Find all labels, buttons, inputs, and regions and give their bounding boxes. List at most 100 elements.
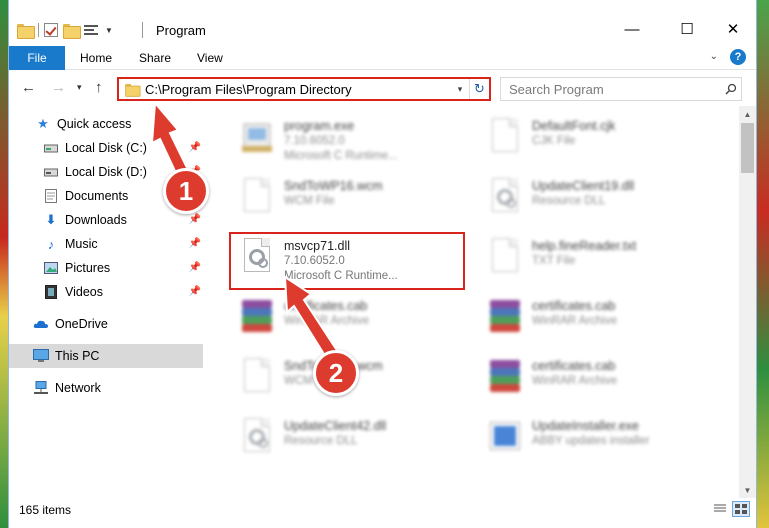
sidebar-item-this-pc[interactable]: This PC xyxy=(9,344,203,368)
file-name: program.exe xyxy=(284,119,355,133)
sidebar-item-label: Music xyxy=(65,237,98,251)
file-item[interactable]: DefaultFont.cjk CJK File xyxy=(474,110,714,166)
pin-icon[interactable]: 📌 xyxy=(189,214,201,225)
address-bar[interactable]: C:\Program Files\Program Directory ▾ ↻ xyxy=(117,77,491,101)
file-type: WCM File xyxy=(284,375,335,387)
pin-icon[interactable]: 📌 xyxy=(189,238,201,249)
file-item[interactable]: UpdateClient42.dll Resource DLL xyxy=(226,410,466,466)
pin-icon[interactable]: 📌 xyxy=(189,262,201,273)
tab-share[interactable]: Share xyxy=(139,46,171,70)
pin-icon[interactable]: 📌 xyxy=(189,142,201,153)
new-folder-icon[interactable] xyxy=(63,23,81,39)
file-type: WinRAR Archive xyxy=(284,315,369,327)
sidebar-item-videos[interactable]: Videos 📌 xyxy=(9,280,203,304)
file-name: SndToWP16.wcm xyxy=(284,179,383,193)
recent-locations-chevron-icon[interactable]: ▾ xyxy=(77,82,82,93)
file-item[interactable]: SndToWP16.wcm WCM File xyxy=(226,350,466,406)
properties-check-icon[interactable] xyxy=(44,23,58,37)
winrar-icon xyxy=(240,298,274,338)
sidebar-item-local-disk-d[interactable]: Local Disk (D:) 📌 xyxy=(9,160,203,184)
details-view-icon[interactable] xyxy=(711,501,729,517)
sidebar-item-local-disk-c[interactable]: Local Disk (C:) 📌 xyxy=(9,136,203,160)
close-icon: ✕ xyxy=(726,21,740,38)
sidebar-item-music[interactable]: ♪ Music 📌 xyxy=(9,232,203,256)
file-item[interactable]: UpdateInstaller.exe ABBY updates install… xyxy=(474,410,714,466)
star-icon: ★ xyxy=(37,116,49,131)
address-path[interactable]: C:\Program Files\Program Directory xyxy=(145,82,451,97)
large-icons-view-icon[interactable] xyxy=(732,501,750,517)
address-dropdown-icon[interactable]: ▾ xyxy=(451,84,469,95)
file-name: UpdateClient42.dll xyxy=(284,419,387,433)
file-item[interactable]: SndToWP16.wcm WCM File xyxy=(226,170,466,226)
file-item[interactable]: certificates.cab WinRAR Archive xyxy=(474,290,714,346)
file-list: program.exe 7.10.6052.0 Microsoft C Runt… xyxy=(206,106,739,498)
sidebar-item-label: Network xyxy=(55,381,101,395)
customize-toolbar-arrow-icon[interactable]: ▼ xyxy=(105,26,113,35)
minimize-icon: — xyxy=(624,20,640,38)
file-item[interactable]: certificates.cab WinRAR Archive xyxy=(226,290,466,346)
sidebar-item-label: Documents xyxy=(65,189,129,203)
close-button[interactable]: ✕ xyxy=(710,14,756,44)
forward-arrow-icon[interactable]: → xyxy=(51,79,66,96)
file-name: certificates.cab xyxy=(284,299,368,313)
document-icon xyxy=(240,358,274,398)
help-icon[interactable]: ? xyxy=(730,49,746,65)
file-version: 7.10.6052.0 xyxy=(284,135,345,147)
sidebar-item-downloads[interactable]: ⬇ Downloads 📌 xyxy=(9,208,203,232)
file-type: Resource DLL xyxy=(532,195,606,207)
vertical-scrollbar[interactable]: ▲ ▼ xyxy=(739,106,756,498)
expand-ribbon-chevron-icon[interactable]: ⌄ xyxy=(710,51,718,62)
tab-file[interactable]: File xyxy=(9,46,65,70)
search-input[interactable] xyxy=(501,81,721,97)
ribbon-tabs: File Home Share View ⌄ ? xyxy=(9,46,756,70)
pin-icon[interactable]: 📌 xyxy=(189,166,201,177)
back-arrow-icon[interactable]: ← xyxy=(21,79,36,96)
sidebar-item-onedrive[interactable]: OneDrive xyxy=(9,312,203,336)
sidebar-item-label: Pictures xyxy=(65,261,111,275)
pin-icon[interactable]: 📌 xyxy=(189,190,201,201)
scrollbar-thumb[interactable] xyxy=(741,123,754,173)
file-type: CJK File xyxy=(532,135,576,147)
pin-icon[interactable]: 📌 xyxy=(189,286,201,297)
status-bar: 165 items xyxy=(9,498,756,528)
file-type: WCM File xyxy=(284,195,335,207)
properties-icon[interactable] xyxy=(84,23,100,37)
up-arrow-icon[interactable]: ↑ xyxy=(95,79,103,96)
file-type: ABBY updates installer xyxy=(532,435,650,447)
scroll-down-arrow-icon[interactable]: ▼ xyxy=(739,482,756,498)
winrar-icon xyxy=(488,298,522,338)
sidebar-item-label: Videos xyxy=(65,285,103,299)
document-icon xyxy=(488,238,522,278)
file-item[interactable]: help.fineReader.txt TXT File xyxy=(474,230,714,286)
tab-home[interactable]: Home xyxy=(80,46,112,70)
maximize-button[interactable]: ☐ xyxy=(664,14,710,44)
file-description: Microsoft C Runtime... xyxy=(284,150,398,162)
winrar-icon xyxy=(488,358,522,398)
sidebar-item-network[interactable]: Network xyxy=(9,376,203,400)
refresh-icon[interactable]: ↻ xyxy=(469,79,489,99)
scroll-up-arrow-icon[interactable]: ▲ xyxy=(739,106,756,122)
music-icon: ♪ xyxy=(47,236,55,252)
file-item[interactable]: UpdateClient19.dll Resource DLL xyxy=(474,170,714,226)
file-name: DefaultFont.cjk xyxy=(532,119,616,133)
toolbar-separator xyxy=(38,23,39,37)
sidebar-item-pictures[interactable]: Pictures 📌 xyxy=(9,256,203,280)
tab-view[interactable]: View xyxy=(197,46,223,70)
file-item[interactable]: certificates.cab WinRAR Archive xyxy=(474,350,714,406)
highlight-box-file xyxy=(229,232,465,290)
search-box[interactable] xyxy=(500,77,742,101)
sidebar-item-quick-access[interactable]: ★ Quick access xyxy=(9,112,203,136)
item-count: 165 items xyxy=(19,503,72,517)
documents-icon xyxy=(43,188,59,204)
file-type: WinRAR Archive xyxy=(532,315,617,327)
search-icon[interactable] xyxy=(721,83,741,95)
sidebar-item-documents[interactable]: Documents 📌 xyxy=(9,184,203,208)
file-item[interactable]: program.exe 7.10.6052.0 Microsoft C Runt… xyxy=(226,110,466,166)
pictures-icon xyxy=(43,260,59,276)
minimize-button[interactable]: — xyxy=(609,14,655,44)
program-exe-icon xyxy=(240,118,274,158)
document-icon xyxy=(488,118,522,158)
navigation-pane: ★ Quick access Local Disk (C:) 📌 Local D… xyxy=(9,106,205,498)
file-explorer-window: ▼ Program — ☐ ✕ File Home Share View ⌄ ?… xyxy=(8,0,757,528)
title-separator xyxy=(142,22,143,38)
